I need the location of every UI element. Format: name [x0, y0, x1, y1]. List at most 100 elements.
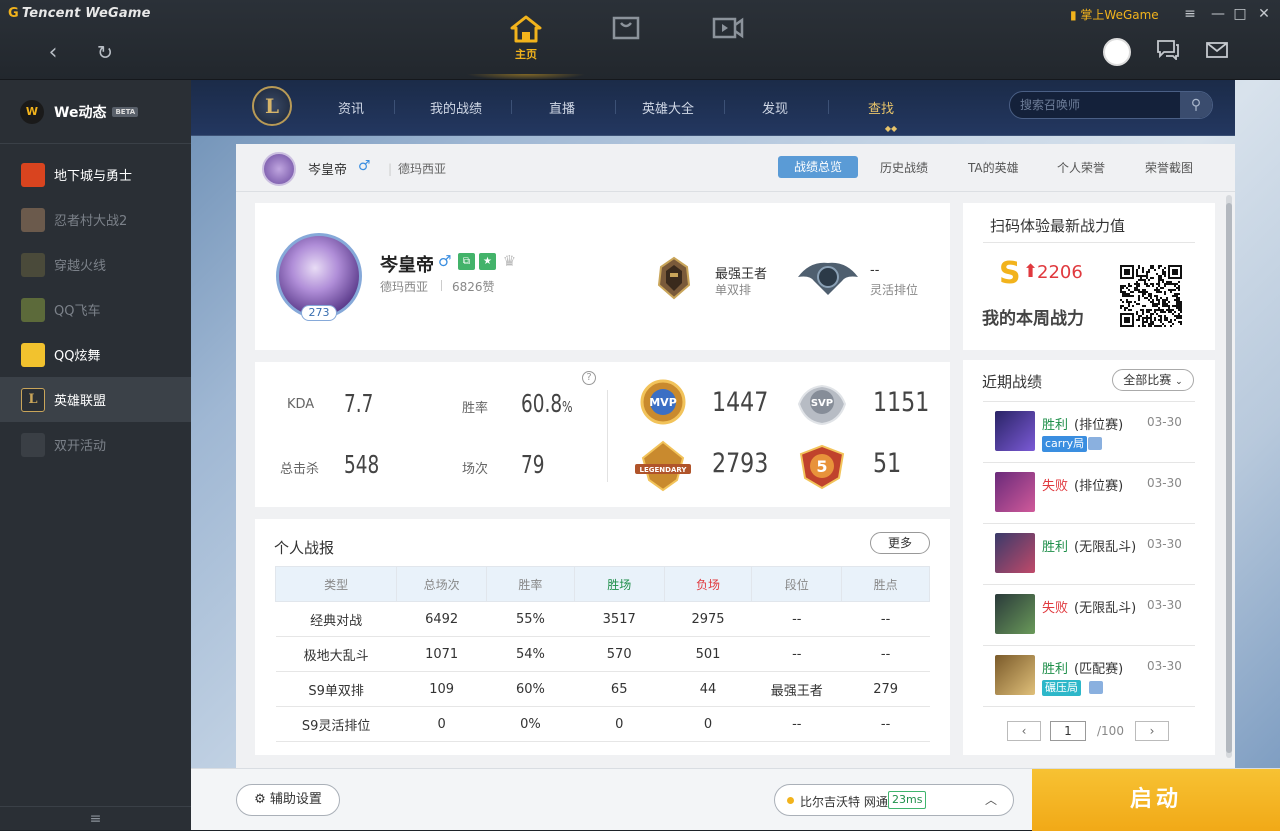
- mail-icon[interactable]: [1202, 38, 1232, 68]
- tab-store[interactable]: [596, 14, 656, 68]
- assist-settings-button[interactable]: ⚙ 辅助设置: [236, 784, 340, 816]
- tab-video[interactable]: [698, 14, 758, 68]
- stats-card: KDA 7.7 胜率 60.8% ? 总击杀 548 场次 79 MVP 144…: [255, 362, 950, 507]
- list-item[interactable]: 失败 (排位赛) 03-30: [983, 463, 1195, 524]
- summoner-server-small: | 德玛西亚: [388, 160, 446, 177]
- table-cell: 经典对战: [275, 601, 397, 637]
- mobile-wegame-link[interactable]: ▮ 掌上WeGame: [1070, 6, 1159, 23]
- list-item[interactable]: 胜利 (匹配赛) 03-30 碾压局: [983, 646, 1195, 707]
- recent-matches-card: 近期战绩 全部比赛 ⌄ 胜利 (排位赛) 03-30 carry局 失败 (排位赛) 03-…: [963, 360, 1215, 755]
- maximize-icon[interactable]: □: [1228, 4, 1252, 24]
- match-result: 胜利: [1042, 418, 1069, 433]
- champion-portrait: [995, 594, 1035, 634]
- back-icon[interactable]: ‹: [36, 36, 70, 70]
- help-icon[interactable]: ?: [582, 371, 596, 385]
- table-cell: S9单双排: [275, 671, 397, 707]
- sidebar-item-speed[interactable]: QQ飞车: [0, 287, 191, 332]
- winrate-label: 胜率: [462, 401, 489, 416]
- kills-value: 548: [344, 450, 380, 479]
- assist-settings-label: 辅助设置: [269, 792, 322, 807]
- sidebar-item-dual[interactable]: 双开活动: [0, 422, 191, 467]
- more-button[interactable]: 更多: [870, 532, 930, 554]
- page-input[interactable]: 1: [1050, 721, 1086, 741]
- image-icon[interactable]: [1089, 681, 1103, 694]
- summoner-likes: 6826赞: [452, 280, 495, 294]
- winrate-value: 60.8%: [521, 389, 573, 418]
- menu-icon[interactable]: ≡: [1178, 4, 1202, 24]
- sidebar-item-dnf[interactable]: 地下城与勇士: [0, 152, 191, 197]
- tab-overview[interactable]: 战绩总览: [778, 156, 858, 178]
- summoner-search[interactable]: ⚲: [1009, 91, 1213, 119]
- tab-honor[interactable]: 个人荣誉: [1057, 159, 1105, 176]
- lol-tab-news[interactable]: 资讯: [338, 98, 364, 117]
- tab-heroes[interactable]: TA的英雄: [968, 159, 1019, 176]
- scrollbar[interactable]: [1226, 195, 1232, 758]
- image-icon[interactable]: [1088, 437, 1102, 450]
- close-icon[interactable]: ✕: [1252, 4, 1276, 24]
- summoner-name-small: 岑皇帝: [308, 163, 348, 178]
- lol-tab-heroes[interactable]: 英雄大全: [642, 98, 694, 117]
- home-icon: [510, 15, 542, 43]
- table-cell: 0%: [486, 706, 575, 742]
- lol-tab-my-record[interactable]: 我的战绩: [430, 98, 482, 117]
- dnf-game-icon: [21, 162, 45, 187]
- col-lp: 胜点: [841, 566, 930, 602]
- lol-tab-live[interactable]: 直播: [549, 98, 575, 117]
- sidebar-item-cf[interactable]: 穿越火线: [0, 242, 191, 287]
- solo-rank-label: 单双排: [715, 283, 752, 297]
- male-icon: ♂: [358, 158, 371, 174]
- lol-logo[interactable]: L: [252, 86, 292, 126]
- divider: |: [388, 162, 393, 176]
- match-date: 03-30: [1147, 659, 1182, 673]
- table-cell: 最强王者: [751, 671, 842, 707]
- lol-tab-discover[interactable]: 发现: [762, 98, 788, 117]
- match-filter-dropdown[interactable]: 全部比赛 ⌄: [1112, 369, 1194, 391]
- table-cell: 44: [664, 671, 752, 707]
- minimize-icon[interactable]: —: [1206, 4, 1230, 24]
- power-score: 2206: [1037, 262, 1083, 283]
- champion-portrait: [995, 472, 1035, 512]
- match-mode: (排位赛): [1074, 418, 1124, 433]
- match-mode: (排位赛): [1074, 479, 1124, 494]
- match-mode: (匹配赛): [1074, 662, 1124, 677]
- mvp-count: 1447: [712, 387, 769, 418]
- table-cell: 279: [841, 671, 930, 707]
- refresh-icon[interactable]: ↻: [88, 36, 122, 70]
- recent-title: 近期战绩: [982, 373, 1043, 391]
- tab-home[interactable]: 主页: [466, 14, 586, 80]
- list-item[interactable]: 胜利 (排位赛) 03-30 carry局: [983, 402, 1195, 463]
- sidebar-item-lol[interactable]: L 英雄联盟: [0, 377, 191, 422]
- table-cell: S9灵活排位: [275, 706, 397, 742]
- lol-tab-search[interactable]: 查找: [868, 98, 894, 117]
- scrollbar-thumb[interactable]: [1226, 203, 1232, 753]
- tab-screenshots[interactable]: 荣誉截图: [1145, 159, 1193, 176]
- sidebar-item-ninja[interactable]: 忍者村大战2: [0, 197, 191, 242]
- legendary-count: 2793: [712, 448, 769, 479]
- match-date: 03-30: [1147, 476, 1182, 490]
- match-date: 03-30: [1147, 537, 1182, 551]
- svg-text:5: 5: [816, 457, 827, 476]
- search-icon[interactable]: ⚲: [1180, 92, 1212, 118]
- next-page-button[interactable]: ›: [1135, 721, 1169, 741]
- mvp-badge-icon: MVP: [640, 379, 686, 425]
- server-text: 德玛西亚: [398, 162, 447, 176]
- table-cell: 2975: [664, 601, 752, 637]
- gear-icon: ⚙: [254, 792, 266, 807]
- list-item[interactable]: 胜利 (无限乱斗) 03-30: [983, 524, 1195, 585]
- sidebar-item-label: 地下城与勇士: [54, 169, 133, 184]
- svg-text:SVP: SVP: [811, 398, 833, 409]
- server-status-dot: [787, 797, 794, 804]
- we-dynamic-item[interactable]: W We动态 BETA: [0, 80, 191, 144]
- prev-page-button[interactable]: ‹: [1007, 721, 1041, 741]
- summoner-search-input[interactable]: [1020, 96, 1180, 114]
- table-row: 极地大乱斗 1071 54% 570 501 -- --: [275, 636, 930, 672]
- sidebar-item-x5[interactable]: QQ炫舞: [0, 332, 191, 377]
- copy-badge-icon[interactable]: ⧉: [458, 253, 475, 270]
- sidebar-menu-icon[interactable]: ≡: [0, 806, 191, 830]
- server-selector[interactable]: 比尔吉沃特 网通 23ms ︿: [774, 784, 1014, 816]
- chat-icon[interactable]: [1153, 38, 1183, 68]
- user-avatar[interactable]: [1103, 38, 1131, 66]
- tab-history[interactable]: 历史战绩: [880, 159, 928, 176]
- list-item[interactable]: 失败 (无限乱斗) 03-30: [983, 585, 1195, 646]
- launch-button[interactable]: 启动: [1032, 769, 1280, 831]
